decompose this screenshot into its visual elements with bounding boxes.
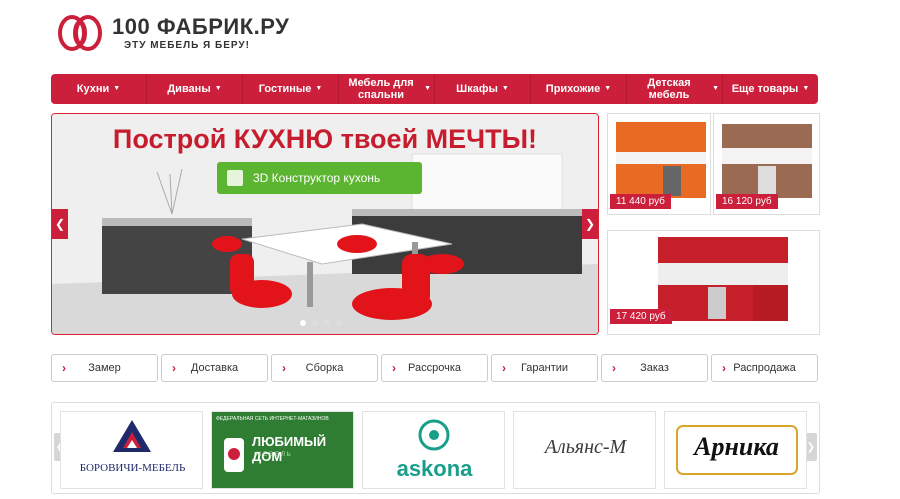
brand-arnika[interactable]: Арника: [664, 411, 807, 489]
logo-icon[interactable]: [58, 14, 104, 52]
tab-delivery[interactable]: › Доставка: [161, 354, 268, 382]
brand-name: БОРОВИЧИ-МЕБЕЛЬ: [79, 462, 186, 474]
tab-sale[interactable]: › Распродажа: [711, 354, 818, 382]
brand-name: ЛЮБИМЫЙ ДОМ: [252, 434, 327, 464]
chevron-right-icon: ›: [502, 361, 506, 375]
tab-label: Доставка: [190, 362, 239, 374]
brand-sub2: МЕБЕЛЬ: [256, 452, 293, 458]
hero-slider[interactable]: Построй КУХНЮ твоей МЕЧТЫ! 3D Конструкто…: [51, 113, 599, 335]
tab-label: Распродажа: [733, 362, 796, 374]
main-nav: Кухни ▼ Диваны ▼ Гостиные ▼ Мебель для спал…: [51, 74, 818, 104]
caret-down-icon: ▼: [113, 85, 121, 92]
prev-slide-button[interactable]: ❮: [52, 209, 68, 239]
brand-askona[interactable]: askona: [362, 411, 505, 489]
slide-dot[interactable]: [324, 320, 330, 326]
tab-label: Рассрочка: [408, 362, 461, 374]
caret-down-icon: ▼: [424, 85, 431, 92]
brand-subtitle: ФЕДЕРАЛЬНАЯ СЕТЬ ИНТЕРНЕТ-МАГАЗИНОВ: [216, 416, 329, 422]
tab-label: Гарантии: [520, 362, 569, 374]
nav-item-label: Мебель для спальни: [348, 77, 414, 101]
product-card[interactable]: 17 420 руб: [607, 230, 820, 335]
hero-title: Построй КУХНЮ твоей МЕЧТЫ!: [112, 124, 538, 154]
logo-title[interactable]: 100 ФАБРИК.РУ: [112, 14, 289, 40]
nav-item-label: Диваны: [167, 83, 211, 95]
nav-item-label: Гостиные: [258, 83, 312, 95]
nav-item-sofas[interactable]: Диваны ▼: [147, 74, 243, 104]
product-card[interactable]: 11 440 руб: [607, 113, 711, 215]
brand-lyubimy-dom[interactable]: ФЕДЕРАЛЬНАЯ СЕТЬ ИНТЕРНЕТ-МАГАЗИНОВ ЛЮБИ…: [211, 411, 354, 489]
product-price: 16 120 руб: [716, 194, 778, 209]
services-bar: › Замер › Доставка › Сборка › Рассрочка › Гар…: [51, 354, 818, 382]
caret-down-icon: ▼: [315, 85, 323, 92]
product-price: 17 420 руб: [610, 309, 672, 324]
caret-down-icon: ▼: [712, 85, 719, 92]
tab-installments[interactable]: › Рассрочка: [381, 354, 488, 382]
chevron-right-icon: ›: [62, 361, 66, 375]
chevron-right-icon: ›: [612, 361, 616, 375]
tab-measure[interactable]: › Замер: [51, 354, 158, 382]
nav-item-label: Прихожие: [545, 83, 601, 95]
nav-item-kids[interactable]: Детская мебель ▼: [627, 74, 723, 104]
nav-item-wardrobes[interactable]: Шкафы ▼: [435, 74, 531, 104]
product-price: 11 440 руб: [610, 194, 671, 209]
nav-item-label: Детская мебель: [647, 77, 691, 101]
tab-label: Заказ: [640, 362, 669, 374]
nav-item-kitchens[interactable]: Кухни ▼: [51, 74, 147, 104]
chevron-right-icon: ›: [172, 361, 176, 375]
nav-item-bedroom[interactable]: Мебель для спальни ▼: [339, 74, 435, 104]
product-card[interactable]: 16 120 руб: [713, 113, 820, 215]
caret-down-icon: ▼: [501, 85, 509, 92]
lyubimy-dom-logo-icon: [224, 438, 244, 472]
chevron-left-icon: ❮: [54, 217, 66, 231]
tab-warranty[interactable]: › Гарантии: [491, 354, 598, 382]
chevron-right-icon: ›: [722, 361, 726, 375]
slide-dots: [300, 320, 342, 326]
nav-item-label: Кухни: [76, 83, 110, 95]
brand-borovichi[interactable]: БОРОВИЧИ-МЕБЕЛЬ: [60, 411, 203, 489]
nav-item-more[interactable]: Еще товары ▼: [723, 74, 818, 104]
chevron-right-icon: ❯: [584, 217, 596, 231]
caret-down-icon: ▼: [604, 85, 612, 92]
3d-constructor-label: 3D Конструктор кухонь: [253, 171, 381, 185]
next-slide-button[interactable]: ❯: [582, 209, 598, 239]
nav-item-living-rooms[interactable]: Гостиные ▼: [243, 74, 339, 104]
slide-dot[interactable]: [336, 320, 342, 326]
borovichi-logo-icon: [113, 420, 151, 452]
brand-name: Альянс-М: [544, 436, 627, 458]
caret-down-icon: ▼: [214, 85, 222, 92]
caret-down-icon: ▼: [802, 85, 810, 92]
brand-alyans-m[interactable]: Альянс-М: [513, 411, 656, 489]
tab-label: Сборка: [305, 362, 344, 374]
nav-item-label: Шкафы: [456, 83, 498, 95]
nav-item-label: Еще товары: [731, 83, 799, 95]
brands-carousel: ❮ ❯ БОРОВИЧИ-МЕБЕЛЬ ФЕДЕРАЛЬНАЯ СЕТЬ ИНТ…: [51, 402, 820, 494]
askona-logo-icon: [418, 419, 450, 451]
tab-label: Замер: [88, 362, 121, 374]
slide-dot[interactable]: [312, 320, 318, 326]
cube-icon: [227, 170, 243, 186]
chevron-right-icon: ❯: [806, 441, 816, 453]
tab-assembly[interactable]: › Сборка: [271, 354, 378, 382]
3d-constructor-button[interactable]: 3D Конструктор кухонь: [217, 162, 422, 194]
slide-dot[interactable]: [300, 320, 306, 326]
nav-item-hallways[interactable]: Прихожие ▼: [531, 74, 627, 104]
logo-tagline: ЭТУ МЕБЕЛЬ Я БЕРУ!: [124, 40, 250, 51]
brand-name: askona: [396, 456, 473, 481]
chevron-right-icon: ›: [282, 361, 286, 375]
chevron-right-icon: ›: [392, 361, 396, 375]
tab-order[interactable]: › Заказ: [601, 354, 708, 382]
brand-name: Арника: [694, 432, 779, 461]
